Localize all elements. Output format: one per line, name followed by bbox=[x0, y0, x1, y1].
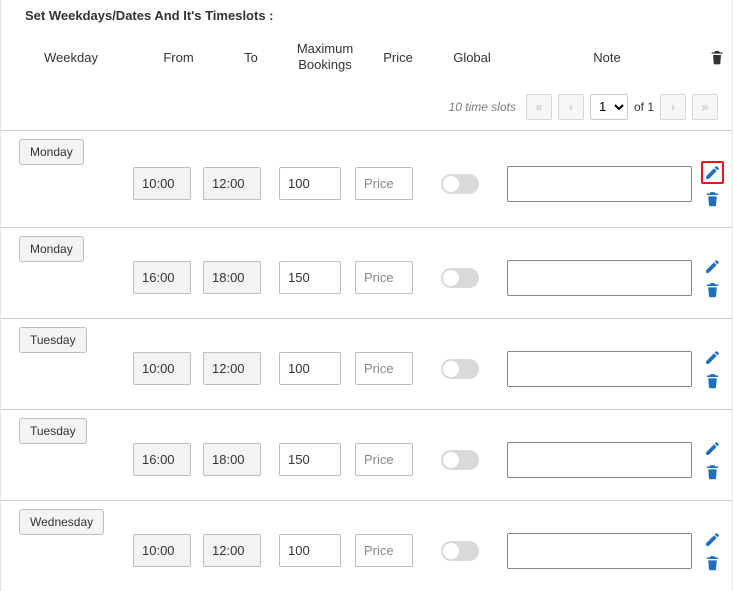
delete-button[interactable] bbox=[704, 463, 721, 480]
edit-button[interactable] bbox=[704, 440, 721, 457]
pager-page-select[interactable]: 1 bbox=[590, 94, 628, 120]
from-input[interactable] bbox=[133, 443, 191, 476]
table-header: Weekday From To Maximum Bookings Price G… bbox=[1, 35, 732, 88]
table-row: Wednesday bbox=[1, 500, 732, 591]
weekday-chip[interactable]: Tuesday bbox=[19, 418, 87, 444]
header-max-bookings: Maximum Bookings bbox=[286, 41, 364, 74]
table-row: Tuesday bbox=[1, 318, 732, 409]
to-input[interactable] bbox=[203, 167, 261, 200]
max-bookings-input[interactable] bbox=[279, 352, 341, 385]
delete-button[interactable] bbox=[704, 190, 721, 207]
pager: 10 time slots « ‹ 1 of 1 › » bbox=[1, 88, 732, 130]
edit-button[interactable] bbox=[704, 531, 721, 548]
header-to: To bbox=[216, 50, 286, 65]
max-bookings-input[interactable] bbox=[279, 443, 341, 476]
delete-button[interactable] bbox=[704, 372, 721, 389]
to-input[interactable] bbox=[203, 443, 261, 476]
header-weekday: Weekday bbox=[1, 50, 141, 65]
pager-info: 10 time slots bbox=[449, 100, 516, 114]
table-row: Tuesday bbox=[1, 409, 732, 500]
max-bookings-input[interactable] bbox=[279, 167, 341, 200]
note-input[interactable] bbox=[507, 166, 692, 202]
to-input[interactable] bbox=[203, 534, 261, 567]
edit-button[interactable] bbox=[704, 258, 721, 275]
global-toggle[interactable] bbox=[441, 268, 479, 288]
trash-icon bbox=[709, 49, 725, 65]
price-input[interactable] bbox=[355, 443, 413, 476]
note-input[interactable] bbox=[507, 260, 692, 296]
weekday-chip[interactable]: Monday bbox=[19, 139, 84, 165]
from-input[interactable] bbox=[133, 167, 191, 200]
from-input[interactable] bbox=[133, 534, 191, 567]
table-row: Monday bbox=[1, 130, 732, 227]
header-delete-all[interactable] bbox=[702, 49, 732, 65]
weekday-chip[interactable]: Wednesday bbox=[19, 509, 104, 535]
page-title: Set Weekdays/Dates And It's Timeslots : bbox=[1, 0, 732, 35]
global-toggle[interactable] bbox=[441, 450, 479, 470]
delete-button[interactable] bbox=[704, 554, 721, 571]
global-toggle[interactable] bbox=[441, 174, 479, 194]
header-note: Note bbox=[512, 50, 702, 65]
header-from: From bbox=[141, 50, 216, 65]
pager-of: of 1 bbox=[634, 100, 654, 114]
edit-button[interactable] bbox=[701, 161, 724, 184]
to-input[interactable] bbox=[203, 352, 261, 385]
from-input[interactable] bbox=[133, 261, 191, 294]
pager-next[interactable]: › bbox=[660, 94, 686, 120]
pager-first[interactable]: « bbox=[526, 94, 552, 120]
global-toggle[interactable] bbox=[441, 541, 479, 561]
edit-button[interactable] bbox=[704, 349, 721, 366]
header-global: Global bbox=[432, 50, 512, 65]
from-input[interactable] bbox=[133, 352, 191, 385]
weekday-chip[interactable]: Tuesday bbox=[19, 327, 87, 353]
pager-prev[interactable]: ‹ bbox=[558, 94, 584, 120]
price-input[interactable] bbox=[355, 534, 413, 567]
price-input[interactable] bbox=[355, 261, 413, 294]
pager-last[interactable]: » bbox=[692, 94, 718, 120]
price-input[interactable] bbox=[355, 352, 413, 385]
price-input[interactable] bbox=[355, 167, 413, 200]
note-input[interactable] bbox=[507, 533, 692, 569]
table-row: Monday bbox=[1, 227, 732, 318]
delete-button[interactable] bbox=[704, 281, 721, 298]
to-input[interactable] bbox=[203, 261, 261, 294]
note-input[interactable] bbox=[507, 442, 692, 478]
weekday-chip[interactable]: Monday bbox=[19, 236, 84, 262]
header-price: Price bbox=[364, 50, 432, 65]
global-toggle[interactable] bbox=[441, 359, 479, 379]
max-bookings-input[interactable] bbox=[279, 534, 341, 567]
max-bookings-input[interactable] bbox=[279, 261, 341, 294]
note-input[interactable] bbox=[507, 351, 692, 387]
